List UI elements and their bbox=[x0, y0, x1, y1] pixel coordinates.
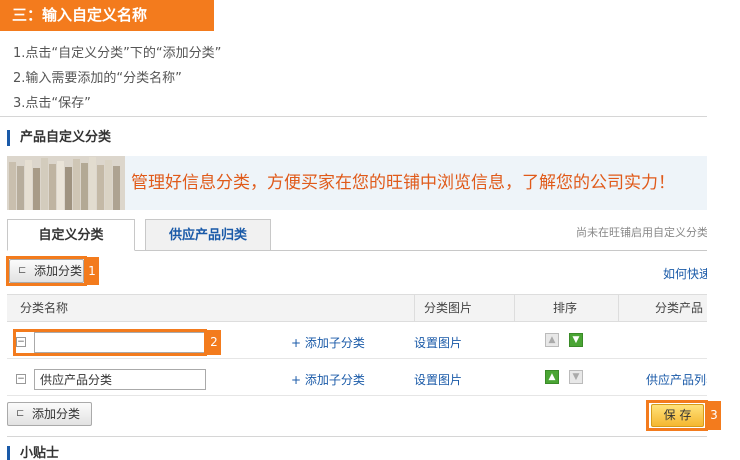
save-button[interactable]: 保 存 bbox=[651, 404, 704, 427]
product-list-link[interactable]: 供应产品列表 bbox=[646, 371, 707, 388]
header-separator bbox=[514, 295, 515, 321]
tab-supply-product-category[interactable]: 供应产品归类 bbox=[145, 219, 271, 251]
header-category-products: 分类产品 bbox=[655, 301, 704, 315]
banner-text: 管理好信息分类，方便买家在您的旺铺中浏览信息，了解您的公司实力！ bbox=[131, 173, 675, 193]
section-title: 产品自定义分类 bbox=[7, 130, 111, 146]
add-subcategory-link[interactable]: + 添加子分类 bbox=[291, 334, 365, 351]
status-note: 尚未在旺铺启用自定义分类 bbox=[576, 226, 707, 239]
arrow-up-icon[interactable]: ▲ bbox=[545, 370, 559, 384]
banner-books-image bbox=[7, 156, 125, 210]
tips-title: 小贴士 bbox=[7, 446, 59, 460]
callout-number-2: 2 bbox=[207, 330, 221, 355]
arrow-down-icon: ▼ bbox=[569, 370, 583, 384]
callout-box-1 bbox=[6, 256, 87, 286]
step-header: 三：输入自定义名称 bbox=[0, 0, 214, 31]
table-row: − + 添加子分类 设置图片 ▲ ▼ 供应产品列表 bbox=[7, 360, 707, 396]
set-image-link[interactable]: 设置图片 bbox=[414, 371, 462, 388]
header-separator bbox=[414, 295, 415, 321]
howto-link[interactable]: 如何快速 bbox=[663, 265, 707, 282]
add-category-label: 添加分类 bbox=[32, 407, 81, 421]
callout-number-3: 3 bbox=[707, 401, 721, 430]
instruction-2: 2.输入需要添加的“分类名称” bbox=[13, 71, 182, 86]
instructions: 1.点击“自定义分类”下的“添加分类” 2.输入需要添加的“分类名称” 3.点击… bbox=[13, 41, 221, 116]
arrow-up-icon: ▲ bbox=[545, 333, 559, 347]
header-separator bbox=[618, 295, 619, 321]
collapse-icon[interactable]: − bbox=[16, 374, 26, 384]
callout-box-2 bbox=[13, 329, 207, 356]
table-header: 分类名称 分类图片 排序 分类产品 bbox=[7, 294, 707, 322]
header-sort: 排序 bbox=[553, 301, 578, 315]
divider bbox=[7, 436, 707, 437]
divider bbox=[0, 116, 707, 117]
instruction-3: 3.点击“保存” bbox=[13, 96, 91, 111]
arrow-down-icon[interactable]: ▼ bbox=[569, 333, 583, 347]
instruction-1: 1.点击“自定义分类”下的“添加分类” bbox=[13, 46, 222, 61]
info-banner: 管理好信息分类，方便买家在您的旺铺中浏览信息，了解您的公司实力！ bbox=[7, 156, 707, 210]
category-name-input[interactable] bbox=[34, 369, 206, 390]
header-category-name: 分类名称 bbox=[20, 301, 69, 315]
tab-custom-category[interactable]: 自定义分类 bbox=[7, 219, 135, 251]
callout-number-1: 1 bbox=[85, 257, 99, 285]
tree-add-icon: ⊏ bbox=[16, 408, 25, 419]
set-image-link[interactable]: 设置图片 bbox=[414, 334, 462, 351]
add-category-button-bottom[interactable]: ⊏ 添加分类 bbox=[7, 402, 92, 426]
header-category-image: 分类图片 bbox=[424, 301, 473, 315]
add-subcategory-link[interactable]: + 添加子分类 bbox=[291, 371, 365, 388]
